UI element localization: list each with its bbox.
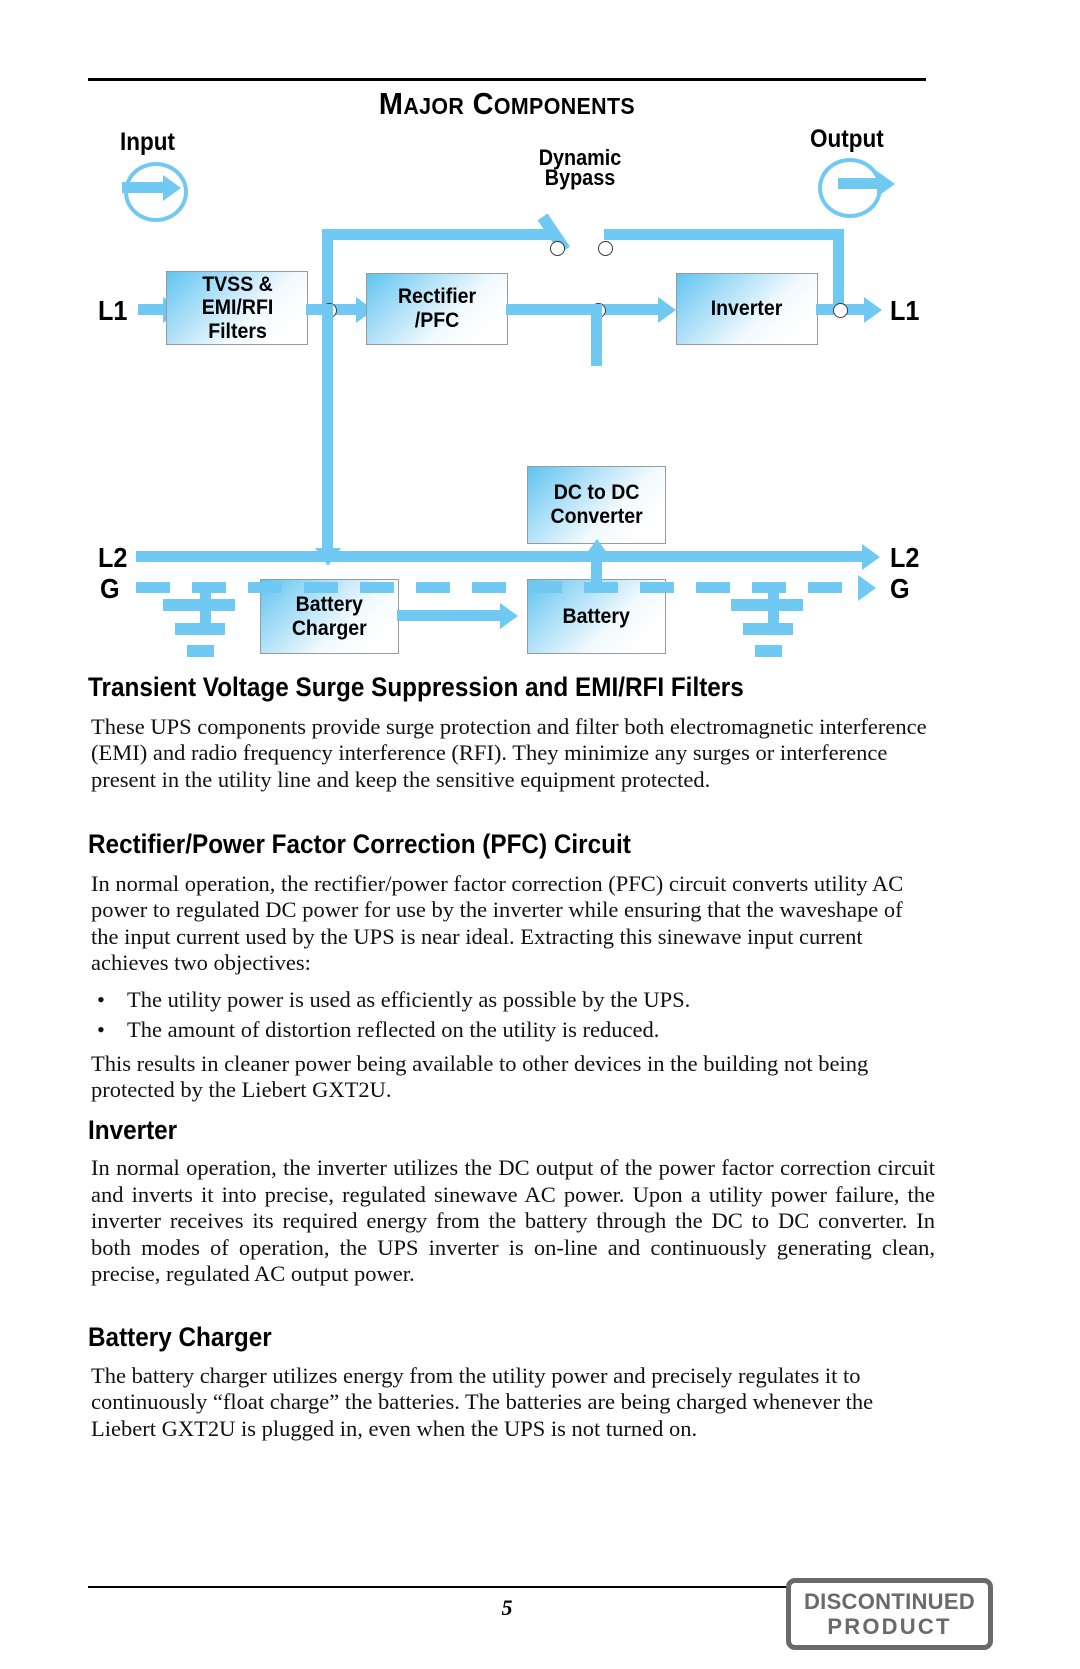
l2-arrowhead — [862, 544, 880, 570]
block-charger-line-2: Charger — [292, 616, 367, 640]
ground-left-bar-3 — [187, 645, 214, 657]
rectifier-objectives-list: • The utility power is used as efficient… — [91, 985, 935, 1045]
stamp-line-product: PRODUCT — [827, 1614, 952, 1639]
ground-right-bar-3 — [755, 645, 782, 657]
document-page: MAJOR COMPONENTS Input Output Dynamic By… — [0, 0, 1080, 1669]
ground-left-bar-1 — [163, 599, 235, 611]
diagram-label-l2-right: L2 — [890, 542, 920, 573]
list-item: • The utility power is used as efficient… — [91, 985, 935, 1015]
stamp-line-discontinued: DISCONTINUED — [803, 1589, 976, 1614]
charger-to-battery-line — [397, 610, 504, 621]
ground-rail-dashed — [136, 582, 856, 593]
diagram-label-g-left: G — [100, 573, 120, 604]
inverter-input-arrowhead — [658, 297, 676, 323]
page-title-m: M — [378, 86, 404, 121]
block-battery-line-1: Battery — [562, 604, 631, 628]
block-dcdc-line-1: DC to DC — [553, 481, 640, 505]
block-inverter-line-1: Inverter — [711, 297, 783, 321]
diagram-label-bypass: Bypass — [544, 165, 616, 190]
bypass-rail-right — [604, 229, 844, 240]
block-tvss-line-2: EMI/RFI — [201, 296, 273, 320]
discontinued-product-stamp: DISCONTINUED PRODUCT — [786, 1578, 993, 1650]
block-rectifier-pfc: Rectifier /PFC — [366, 273, 508, 345]
section-body-tvss: These UPS components provide surge prote… — [91, 714, 927, 792]
rectifier-to-inverter-line — [506, 304, 666, 315]
dc-bus-to-dcdc-line — [591, 304, 602, 366]
page-title: MAJOR COMPONENTS — [117, 86, 896, 122]
block-tvss-line-1: TVSS & — [201, 272, 273, 296]
bypass-rail-left — [322, 229, 555, 240]
ground-left-bar-2 — [175, 623, 225, 635]
l1-input-line — [138, 304, 166, 315]
bypass-contact-left — [550, 241, 565, 256]
list-item: • The amount of distortion reflected on … — [91, 1015, 935, 1045]
page-title-c: C — [472, 86, 494, 121]
ground-arrowhead — [858, 575, 876, 601]
major-components-block-diagram: Input Output Dynamic Bypass L1 TVSS & EM… — [0, 118, 1080, 663]
list-item-text: The utility power is used as efficiently… — [127, 987, 691, 1012]
battery-input-arrowhead — [500, 603, 518, 629]
section-body-inverter: In normal operation, the inverter utiliz… — [91, 1155, 935, 1286]
block-inverter: Inverter — [676, 273, 818, 345]
diagram-label-l2-left: L2 — [98, 542, 128, 573]
diagram-label-input: Input — [120, 128, 175, 156]
bullet-glyph-icon: • — [97, 987, 105, 1012]
input-icon-stem — [122, 182, 166, 193]
diagram-label-l1-left: L1 — [98, 295, 128, 326]
block-rectifier-line-2: /PFC — [414, 309, 460, 332]
section-body-rectifier: In normal operation, the rectifier/power… — [91, 871, 904, 976]
output-icon-arrowhead — [877, 171, 895, 197]
block-charger-line-1: Battery — [295, 592, 364, 616]
section-heading-tvss: Transient Voltage Surge Suppression and … — [88, 672, 744, 702]
l1-output-arrowhead — [864, 297, 882, 323]
block-tvss-line-3: Filters — [207, 319, 267, 343]
page-title-ajor: AJOR — [403, 93, 465, 119]
node-to-charger-line — [322, 304, 333, 554]
section-body-rectifier-after: This results in cleaner power being avai… — [91, 1051, 869, 1103]
section-heading-rectifier: Rectifier/Power Factor Correction (PFC) … — [88, 829, 631, 859]
ground-right-bar-2 — [743, 623, 793, 635]
output-icon-stem — [838, 178, 882, 189]
page-title-omponents: OMPONENTS — [493, 93, 636, 119]
block-dcdc-line-2: Converter — [550, 505, 643, 528]
block-dc-to-dc-converter: DC to DC Converter — [527, 466, 666, 544]
diagram-label-output: Output — [810, 125, 884, 153]
list-item-text: The amount of distortion reflected on th… — [127, 1017, 660, 1042]
block-rectifier-line-1: Rectifier — [397, 285, 477, 309]
diagram-label-g-right: G — [890, 573, 910, 604]
section-heading-battery-charger: Battery Charger — [88, 1322, 272, 1352]
bullet-glyph-icon: • — [97, 1017, 105, 1042]
ground-right-bar-1 — [731, 599, 803, 611]
header-divider — [88, 78, 926, 81]
diagram-label-l1-right: L1 — [890, 295, 920, 326]
section-heading-inverter: Inverter — [88, 1115, 178, 1145]
l2-rail — [136, 551, 866, 562]
input-icon-arrowhead — [163, 175, 181, 201]
block-tvss-emi-rfi-filters: TVSS & EMI/RFI Filters — [166, 271, 308, 345]
section-body-battery-charger: The battery charger utilizes energy from… — [91, 1363, 874, 1441]
node-dot-output — [833, 303, 848, 318]
bypass-contact-right — [598, 241, 613, 256]
